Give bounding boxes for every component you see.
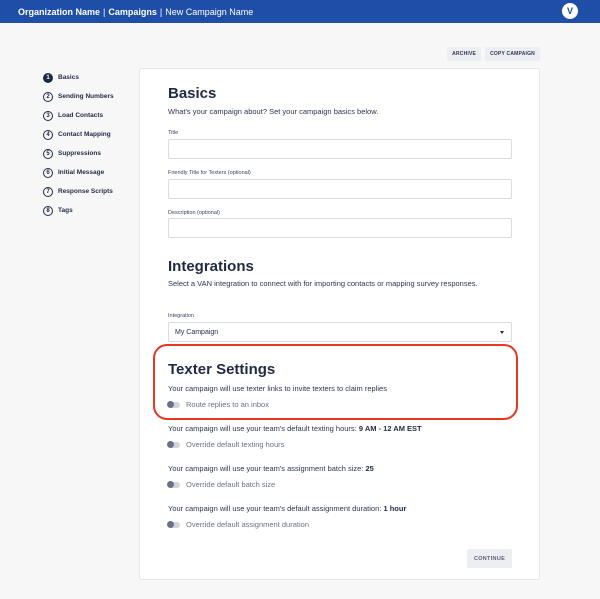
assignment-duration-info: Your campaign will use your team's defau…: [168, 504, 406, 513]
step-initial-message[interactable]: 6 Initial Message: [43, 163, 114, 182]
step-label: Load Contacts: [58, 112, 104, 119]
organization-name[interactable]: Organization Name: [18, 7, 100, 17]
batch-size-value: 25: [365, 464, 374, 473]
copy-campaign-button[interactable]: COPY CAMPAIGN: [485, 47, 540, 61]
avatar[interactable]: V: [562, 3, 578, 19]
basics-description: What's your campaign about? Set your cam…: [168, 107, 379, 116]
toggle-knob: [167, 440, 174, 448]
step-label: Tags: [58, 207, 73, 214]
archive-button[interactable]: ARCHIVE: [447, 47, 482, 61]
integration-select[interactable]: My Campaign: [168, 322, 512, 342]
integrations-description: Select a VAN integration to connect with…: [168, 279, 478, 288]
step-response-scripts[interactable]: 7 Response Scripts: [43, 182, 114, 201]
friendly-title-input[interactable]: [168, 179, 512, 199]
step-number: 4: [43, 129, 53, 140]
step-load-contacts[interactable]: 3 Load Contacts: [43, 106, 114, 125]
chevron-down-icon: [500, 331, 504, 334]
step-navigation: 1 Basics 2 Sending Numbers 3 Load Contacts …: [43, 68, 114, 220]
integration-label: Integration: [168, 313, 194, 319]
step-suppressions[interactable]: 5 Suppressions: [43, 144, 114, 163]
step-number: 1: [43, 72, 53, 83]
continue-button[interactable]: CONTINUE: [467, 549, 512, 568]
step-label: Initial Message: [58, 169, 105, 176]
integrations-heading: Integrations: [168, 258, 254, 275]
override-duration-toggle[interactable]: [167, 520, 180, 528]
override-batch-toggle-row[interactable]: Override default batch size: [167, 480, 276, 489]
step-number: 5: [43, 148, 53, 159]
step-label: Response Scripts: [58, 188, 113, 195]
breadcrumb-separator: |: [159, 6, 163, 17]
override-hours-label: Override default texting hours: [186, 440, 285, 449]
title-label: Title: [168, 130, 179, 136]
step-tags[interactable]: 8 Tags: [43, 201, 114, 220]
step-number: 6: [43, 167, 53, 178]
toggle-knob: [167, 520, 174, 528]
step-number: 8: [43, 205, 53, 216]
texter-settings-highlight: [153, 344, 518, 420]
batch-size-text: Your campaign will use your team's assig…: [168, 464, 366, 473]
override-duration-toggle-row[interactable]: Override default assignment duration: [167, 520, 309, 529]
step-label: Suppressions: [58, 150, 101, 157]
batch-size-info: Your campaign will use your team's assig…: [168, 464, 374, 473]
description-input[interactable]: [168, 218, 512, 238]
integration-selected-value: My Campaign: [175, 328, 219, 336]
step-sending-numbers[interactable]: 2 Sending Numbers: [43, 87, 114, 106]
texting-hours-info: Your campaign will use your team's defau…: [168, 424, 422, 433]
basics-heading: Basics: [168, 85, 217, 102]
breadcrumb-campaign-name: New Campaign Name: [165, 6, 254, 17]
assignment-duration-text: Your campaign will use your team's defau…: [168, 504, 384, 513]
campaign-actions: ARCHIVE COPY CAMPAIGN: [447, 47, 540, 61]
override-hours-toggle[interactable]: [167, 440, 180, 448]
step-number: 2: [43, 91, 53, 102]
override-hours-toggle-row[interactable]: Override default texting hours: [167, 440, 285, 449]
breadcrumb-campaigns[interactable]: Campaigns: [108, 7, 157, 17]
description-label: Description (optional): [168, 210, 220, 216]
override-duration-label: Override default assignment duration: [186, 520, 309, 529]
texting-hours-value: 9 AM - 12 AM EST: [358, 424, 422, 433]
assignment-duration-value: 1 hour: [383, 504, 407, 513]
step-label: Contact Mapping: [58, 131, 111, 138]
step-label: Sending Numbers: [58, 93, 114, 100]
top-navigation-bar: Organization Name | Campaigns | New Camp…: [0, 0, 600, 23]
override-batch-label: Override default batch size: [186, 480, 276, 489]
step-number: 7: [43, 186, 53, 197]
step-contact-mapping[interactable]: 4 Contact Mapping: [43, 125, 114, 144]
title-input[interactable]: [168, 139, 512, 159]
texting-hours-text: Your campaign will use your team's defau…: [168, 424, 359, 433]
toggle-knob: [167, 480, 174, 488]
campaign-form-card: Basics What's your campaign about? Set y…: [139, 68, 540, 580]
step-label: Basics: [58, 74, 79, 81]
breadcrumb-separator: |: [103, 6, 106, 17]
step-basics[interactable]: 1 Basics: [43, 68, 114, 87]
step-number: 3: [43, 110, 53, 121]
override-batch-toggle[interactable]: [167, 480, 180, 488]
friendly-title-label: Friendly Title for Texters (optional): [168, 170, 251, 176]
